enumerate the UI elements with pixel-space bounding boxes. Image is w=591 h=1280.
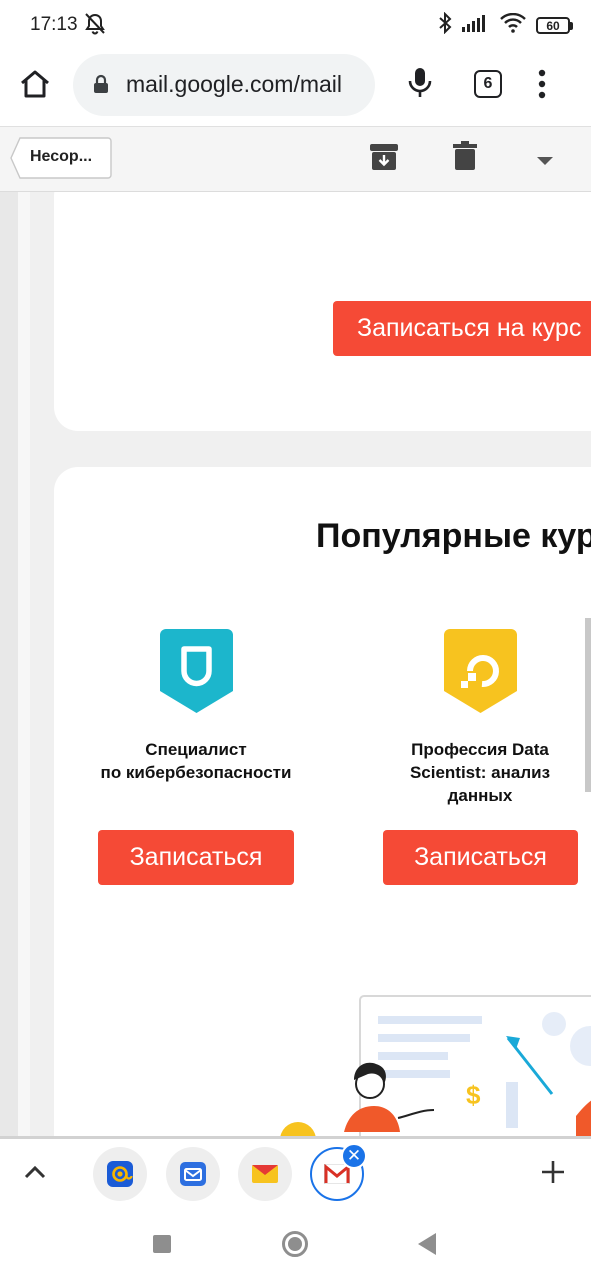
mail-ru-icon[interactable] (93, 1147, 147, 1201)
back-icon[interactable] (418, 1233, 436, 1255)
promo-illustration: $ (280, 992, 591, 1136)
chevron-up-icon[interactable] (24, 1165, 46, 1184)
dollar-sign: $ (466, 1080, 481, 1110)
bluetooth-icon (438, 11, 452, 39)
mail-app-icon[interactable] (166, 1147, 220, 1201)
url-text: mail.google.com/mail (126, 71, 343, 97)
back-to-folder-button[interactable]: Несор... (10, 137, 112, 179)
yandex-mail-icon[interactable] (238, 1147, 292, 1201)
status-icons: 60 (438, 11, 573, 39)
battery-icon: 60 (536, 17, 573, 34)
trash-icon[interactable] (453, 141, 477, 176)
shield-d-icon (160, 629, 233, 718)
archive-icon[interactable] (369, 143, 399, 176)
enroll-data-scientist-button[interactable]: Записаться (383, 830, 578, 885)
notifications-muted-icon (84, 12, 106, 41)
email-body: Записаться на курс Популярные курсы Спец… (0, 192, 591, 1136)
home-nav-icon[interactable] (282, 1231, 308, 1257)
mic-icon[interactable] (405, 66, 435, 105)
dropdown-icon[interactable] (536, 153, 554, 171)
popular-courses-heading: Популярные курсы (316, 517, 591, 555)
screen: 17:13 60 mail.google.com/mail 6 Несор...… (0, 0, 591, 1280)
mail-toolbar: Несор... (0, 126, 591, 192)
content-left-gutter (0, 192, 18, 1136)
wifi-icon (500, 12, 526, 38)
enroll-cybersecurity-button[interactable]: Записаться (98, 830, 294, 885)
system-nav-bar (0, 1210, 591, 1280)
back-chip-label: Несор... (30, 148, 93, 165)
recents-icon[interactable] (153, 1235, 171, 1253)
data-scientist-icon (444, 629, 517, 718)
status-time: 17:13 (30, 14, 78, 35)
add-icon[interactable] (540, 1159, 566, 1190)
battery-level: 60 (536, 17, 570, 34)
bottom-app-bar: ✕ (0, 1136, 591, 1210)
signal-icon (462, 14, 490, 37)
lock-icon (93, 74, 109, 99)
illustration-yellow-blob (280, 1122, 316, 1136)
address-bar[interactable]: mail.google.com/mail (73, 54, 375, 116)
browser-toolbar: mail.google.com/mail 6 (0, 52, 591, 126)
home-icon[interactable] (18, 68, 52, 105)
course-title-data-scientist: Профессия Data Scientist: анализ данных (409, 740, 551, 805)
close-icon[interactable]: ✕ (341, 1143, 367, 1169)
status-bar: 17:13 60 (0, 0, 591, 52)
tab-switcher-button[interactable]: 6 (474, 70, 502, 98)
more-vert-icon[interactable] (538, 68, 546, 105)
course-title-cybersecurity: Специалист по кибербезопасности (100, 740, 292, 782)
enroll-course-button[interactable]: Записаться на курс (333, 301, 591, 356)
carousel-scroll-indicator (585, 618, 591, 792)
